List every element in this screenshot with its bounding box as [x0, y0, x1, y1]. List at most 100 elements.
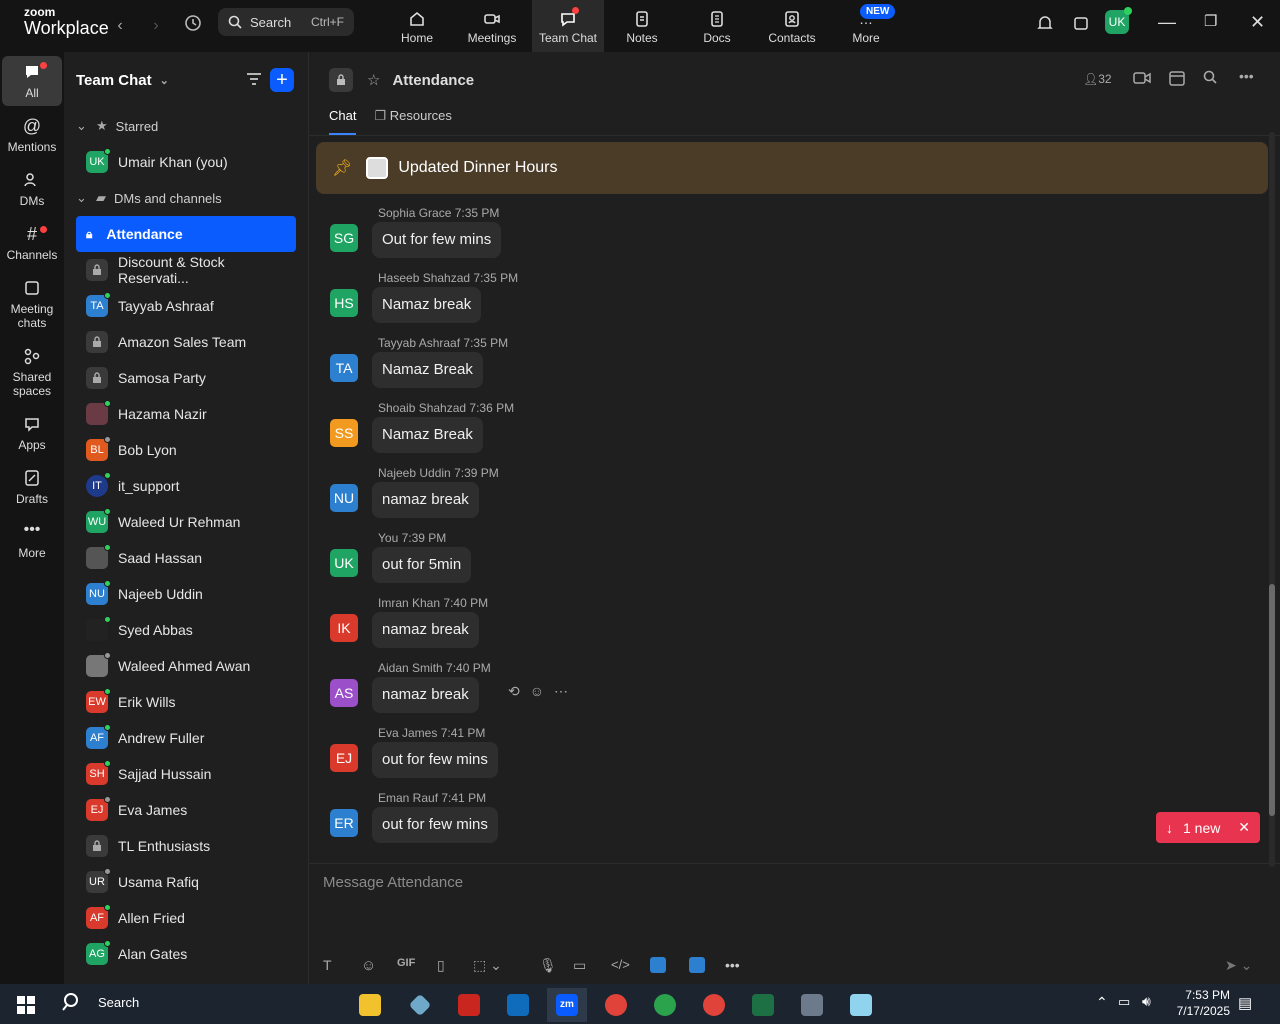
user-avatar[interactable]: UK [1105, 7, 1132, 34]
sidebar-item-dm[interactable]: BL Bob Lyon [76, 432, 296, 468]
forward-icon[interactable]: › [144, 14, 168, 38]
star-outline-icon[interactable]: ☆ [367, 71, 380, 89]
search-icon[interactable] [1203, 70, 1217, 89]
microphone-icon[interactable]: 🎙︎ [539, 957, 557, 974]
tab-home[interactable]: Home [381, 0, 453, 52]
minimize-icon[interactable]: — [1158, 12, 1176, 33]
sidebar-item-dm[interactable]: EJ Eva James [76, 792, 296, 828]
starred-section[interactable]: ⌄ ★ Starred [64, 108, 308, 144]
rail-channels[interactable]: # Channels [2, 218, 62, 268]
sidebar-item-dm[interactable]: UR Usama Rafiq [76, 864, 296, 900]
rail-mentions[interactable]: @ Mentions [2, 110, 62, 160]
rail-dms[interactable]: DMs [2, 164, 62, 214]
app-icon[interactable] [650, 957, 666, 973]
chrome-icon[interactable] [694, 988, 734, 1022]
sidebar-item-channel[interactable]: Amazon Sales Team [76, 324, 296, 360]
app-icon[interactable] [689, 957, 705, 973]
scrollbar-thumb[interactable] [1269, 584, 1275, 816]
zoom-icon[interactable]: zm [547, 988, 587, 1022]
chrome-icon[interactable] [596, 988, 636, 1022]
history-icon[interactable] [181, 14, 205, 38]
sidebar-item-channel[interactable]: Samosa Party [76, 360, 296, 396]
text-format-icon[interactable]: T [323, 957, 332, 973]
new-chat-button[interactable]: + [270, 68, 294, 92]
pinned-message[interactable]: 📌︎ Updated Dinner Hours [316, 142, 1268, 194]
chevron-down-icon[interactable]: ⌄ [160, 74, 169, 87]
emoji-add-icon[interactable]: ☺ [530, 683, 544, 700]
tab-team-chat[interactable]: Team Chat [532, 0, 604, 52]
sidebar-item-dm[interactable]: Hazama Nazir [76, 396, 296, 432]
sidebar-item-dm[interactable]: EW Erik Wills [76, 684, 296, 720]
sidebar-item-dm[interactable]: AG Alan Gates [76, 936, 296, 972]
screenshot-icon[interactable]: ⬚ ⌄ [473, 957, 502, 974]
chevron-up-icon[interactable]: ⌃ [1096, 994, 1108, 1011]
filezilla-icon[interactable] [449, 988, 489, 1022]
system-clock[interactable]: 7:53 PM 7/17/2025 [1177, 987, 1230, 1019]
emoji-icon[interactable]: ☺ [361, 957, 376, 974]
taskbar-search[interactable]: Search [62, 992, 139, 1012]
send-icon[interactable]: ➤ ⌄ [1225, 957, 1252, 974]
back-icon[interactable]: ‹ [108, 14, 132, 38]
sidebar-item-dm[interactable]: WU Waleed Ur Rehman [76, 504, 296, 540]
new-messages-button[interactable]: ↓ 1 new ✕ [1156, 812, 1260, 843]
sidebar-item-dm[interactable]: NU Najeeb Uddin [76, 576, 296, 612]
calculator-icon[interactable] [792, 988, 832, 1022]
reply-icon[interactable]: ⟲ [508, 683, 520, 700]
sidebar-item-dm[interactable]: AF Andrew Fuller [76, 720, 296, 756]
rail-apps[interactable]: Apps [2, 408, 62, 458]
sidebar-item-self[interactable]: UK Umair Khan (you) [76, 144, 296, 180]
chrome-icon[interactable] [645, 988, 685, 1022]
tab-chat[interactable]: Chat [329, 108, 357, 135]
tab-resources[interactable]: ❐ Resources [374, 108, 451, 135]
members-button[interactable]: 👤︎32 [1083, 72, 1112, 86]
outlook-icon[interactable] [498, 988, 538, 1022]
windows-start-icon[interactable] [6, 988, 46, 1022]
code-icon[interactable]: </> [611, 957, 630, 972]
tab-contacts[interactable]: Contacts [756, 0, 828, 52]
more-dots-icon[interactable]: ••• [1239, 68, 1254, 84]
tab-docs[interactable]: Docs [681, 0, 753, 52]
more-dots-icon[interactable]: ⋯ [554, 683, 568, 700]
close-icon[interactable]: ✕ [1250, 12, 1265, 33]
sidebar-item-dm[interactable]: Syed Abbas [76, 612, 296, 648]
compose-box[interactable]: Message Attendance T ☺ GIF ▯ ⬚ ⌄ 🎙︎ ▭ </… [309, 863, 1280, 984]
search-bar[interactable]: Search Ctrl+F [218, 8, 354, 36]
volume-icon[interactable]: 🔊︎ [1142, 993, 1151, 1010]
video-clip-icon[interactable]: ▭ [573, 957, 586, 974]
network-icon[interactable]: ▭ [1118, 994, 1130, 1010]
app-icon[interactable] [841, 988, 881, 1022]
sidebar-item-channel[interactable]: Discount & Stock Reservati... [76, 252, 296, 288]
more-dots-icon[interactable]: ••• [725, 957, 740, 973]
sidebar-item-attendance[interactable]: 🔒︎ Attendance [76, 216, 296, 252]
calendar-icon[interactable] [1069, 14, 1093, 38]
sidebar-item-dm[interactable]: Waleed Ahmed Awan [76, 648, 296, 684]
rail-all[interactable]: All [2, 56, 62, 106]
sidebar-title[interactable]: Team Chat [76, 72, 152, 89]
sidebar-item-dm[interactable]: TA Tayyab Ashraaf [76, 288, 296, 324]
sidebar-item-channel[interactable]: TL Enthusiasts [76, 828, 296, 864]
notification-center-icon[interactable]: ▤ [1238, 994, 1252, 1012]
excel-icon[interactable] [743, 988, 783, 1022]
message-input[interactable]: Message Attendance [323, 874, 463, 891]
sidebar-item-dm[interactable]: AF Allen Fried [76, 900, 296, 936]
restore-icon[interactable]: ❐ [1204, 12, 1217, 30]
sidebar-item-dm[interactable]: IT it_support [76, 468, 296, 504]
file-explorer-icon[interactable] [350, 988, 390, 1022]
file-icon[interactable]: ▯ [437, 957, 445, 974]
close-icon[interactable]: ✕ [1238, 819, 1250, 836]
video-icon[interactable] [1133, 71, 1151, 90]
rail-drafts[interactable]: Drafts [2, 462, 62, 512]
sidebar-item-dm[interactable]: SH Sajjad Hussain [76, 756, 296, 792]
tab-meetings[interactable]: Meetings [456, 0, 528, 52]
calendar-icon[interactable] [1169, 70, 1185, 91]
rail-shared-spaces[interactable]: Shared spaces [2, 340, 62, 404]
dms-section[interactable]: ⌄ ▰ DMs and channels [64, 180, 308, 216]
bell-icon[interactable] [1033, 14, 1057, 38]
rail-more[interactable]: ••• More [2, 516, 62, 566]
app-icon[interactable] [400, 988, 440, 1022]
filter-icon[interactable] [246, 72, 262, 91]
gif-button[interactable]: GIF [397, 957, 415, 969]
channel-title[interactable]: Attendance [392, 72, 474, 89]
rail-meeting-chats[interactable]: Meeting chats [2, 272, 62, 336]
tab-notes[interactable]: Notes [606, 0, 678, 52]
